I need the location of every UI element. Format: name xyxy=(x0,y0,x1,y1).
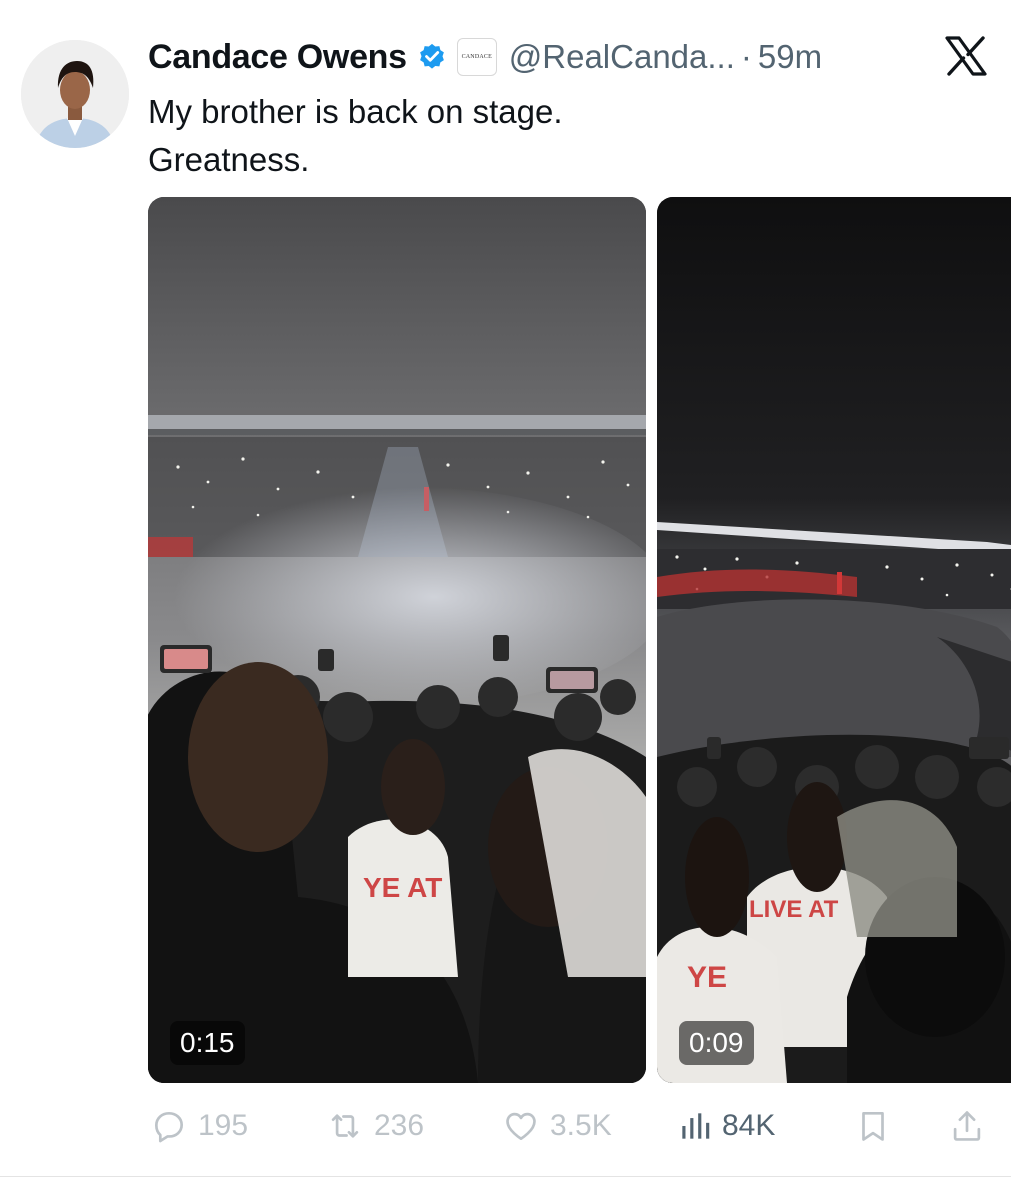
views-chart-icon xyxy=(682,1113,710,1139)
video-duration-badge: 0:09 xyxy=(679,1021,754,1065)
tweet-text: My brother is back on stage. Greatness. xyxy=(148,88,563,184)
tweet-timestamp[interactable]: 59m xyxy=(758,38,822,76)
tweet-text-line: Greatness. xyxy=(148,141,310,178)
views-count: 84K xyxy=(722,1109,776,1142)
share-icon xyxy=(953,1111,981,1141)
bookmark-icon xyxy=(862,1111,884,1141)
like-button[interactable]: 3.5K xyxy=(502,1102,612,1150)
like-count: 3.5K xyxy=(550,1109,612,1142)
concert-video-frame: YE AT xyxy=(148,197,646,1083)
tweet-header: Candace Owens CANDACE @RealCanda... · 59… xyxy=(148,34,822,80)
video-thumbnail-1[interactable]: YE AT 0:15 xyxy=(148,197,646,1083)
author-display-name[interactable]: Candace Owens xyxy=(148,38,407,77)
concert-video-frame: LIVE AT YE xyxy=(657,197,1011,1083)
avatar-image xyxy=(21,40,129,148)
heart-icon xyxy=(506,1112,536,1141)
shirt-print-decoration: YE AT xyxy=(363,872,442,903)
video-thumbnail-2[interactable]: LIVE AT YE 0:09 xyxy=(657,197,1011,1083)
tweet-action-bar: 195 236 3.5K 84K xyxy=(148,1102,998,1150)
verified-badge-icon[interactable] xyxy=(417,42,447,72)
repost-count: 236 xyxy=(374,1109,425,1142)
views-button[interactable]: 84K xyxy=(676,1102,775,1150)
divider xyxy=(0,1176,1011,1177)
shirt-print-decoration: YE xyxy=(687,961,727,994)
shirt-print-decoration: LIVE AT xyxy=(749,896,839,923)
bookmark-button[interactable] xyxy=(854,1102,892,1150)
author-handle[interactable]: @RealCanda... xyxy=(509,38,735,76)
share-button[interactable] xyxy=(948,1102,986,1150)
repost-button[interactable]: 236 xyxy=(326,1102,424,1150)
reply-button[interactable]: 195 xyxy=(150,1102,248,1150)
repost-icon xyxy=(331,1114,359,1138)
video-duration-badge: 0:15 xyxy=(170,1021,245,1065)
tweet-text-line: My brother is back on stage. xyxy=(148,93,563,130)
affiliate-badge-text: CANDACE xyxy=(461,54,492,60)
reply-count: 195 xyxy=(198,1109,249,1142)
x-logo-icon[interactable] xyxy=(945,36,987,76)
header-separator: · xyxy=(740,38,752,75)
author-avatar[interactable] xyxy=(21,40,129,148)
affiliate-badge[interactable]: CANDACE xyxy=(456,38,497,76)
reply-icon xyxy=(154,1111,184,1143)
